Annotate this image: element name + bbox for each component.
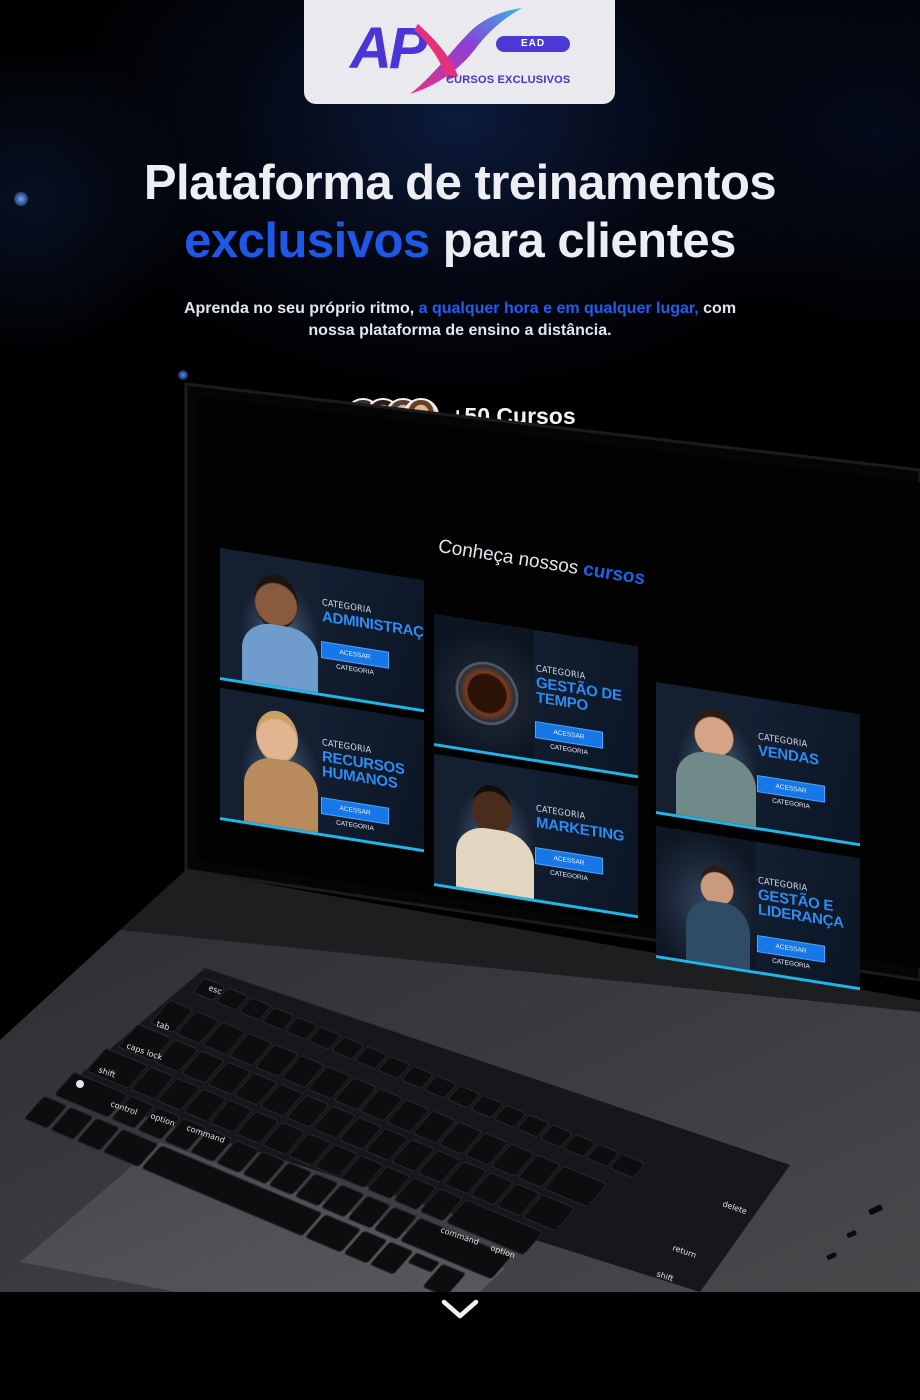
access-category-button[interactable]: ACESSAR CATEGORIA [322,642,388,676]
card-category-name: GESTÃO E LIDERANÇA [758,886,844,932]
access-category-button[interactable]: ACESSAR CATEGORIA [758,776,824,810]
card-category-name: VENDAS [758,742,819,769]
access-category-button[interactable]: ACESSAR CATEGORIA [322,798,388,832]
card-category-name: ADMINISTRAÇÃO [322,608,424,645]
card-photo [656,826,756,977]
card-photo [656,682,756,834]
access-category-button[interactable]: ACESSAR CATEGORIA [536,722,602,756]
scroll-down-button[interactable] [402,1268,518,1338]
card-category-name: GESTÃO DE TEMPO [536,674,622,715]
access-category-button[interactable]: ACESSAR CATEGORIA [536,848,602,882]
card-photo [434,754,534,906]
card-category-name: MARKETING [536,814,625,846]
card-photo [220,548,320,702]
card-photo [220,688,320,840]
card-category-name: RECURSOS HUMANOS [322,748,405,793]
card-photo [434,614,534,762]
access-category-button[interactable]: ACESSAR CATEGORIA [758,936,824,970]
